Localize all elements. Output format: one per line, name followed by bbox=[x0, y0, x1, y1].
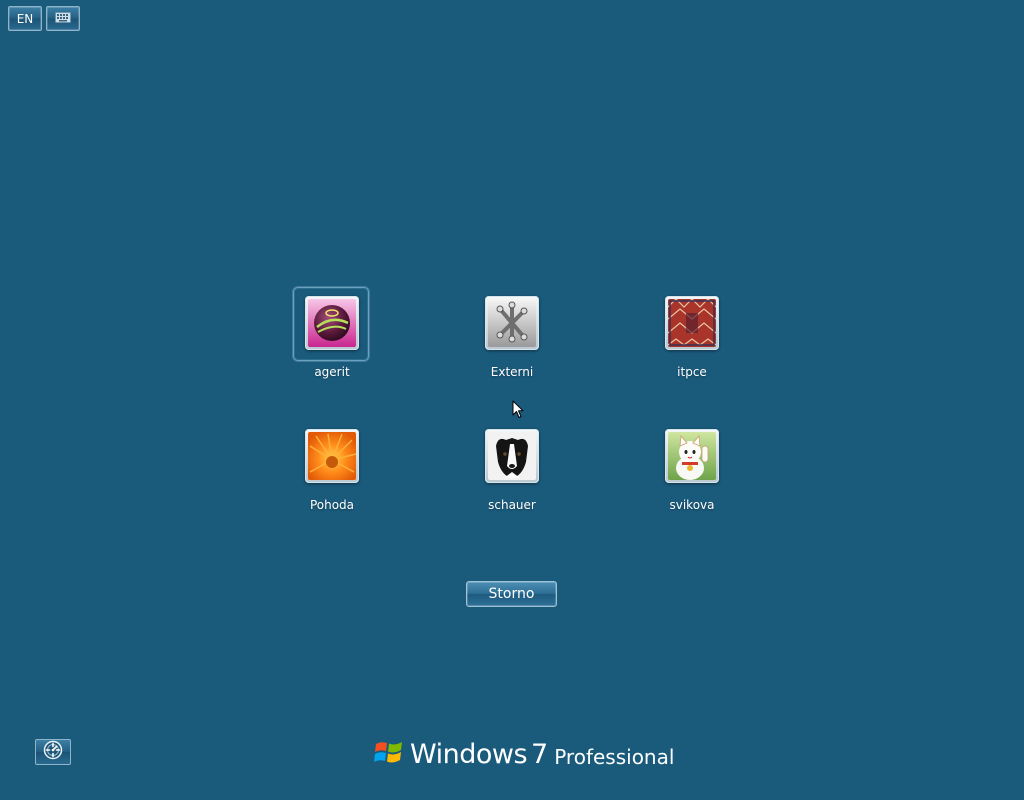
windows-logo-icon bbox=[374, 738, 404, 770]
user-tile-svikova[interactable]: svikova bbox=[632, 420, 752, 520]
brand-version: 7 bbox=[531, 738, 549, 770]
flower-icon bbox=[308, 432, 356, 480]
selection-highlight bbox=[293, 287, 369, 361]
user-picture-frame bbox=[665, 296, 719, 350]
user-picture-frame bbox=[485, 429, 539, 483]
dog-icon bbox=[488, 432, 536, 480]
user-name: agerit bbox=[314, 365, 350, 379]
user-picture-frame bbox=[665, 429, 719, 483]
user-name: svikova bbox=[669, 498, 715, 512]
windows-branding: Windows 7 Professional bbox=[374, 736, 674, 772]
logon-screen: EN agerit Externi itpce Pohoda schauer s… bbox=[0, 0, 1024, 800]
mouse-cursor-icon bbox=[512, 400, 524, 423]
language-label: EN bbox=[16, 11, 34, 26]
cancel-button[interactable]: Storno bbox=[466, 581, 557, 607]
user-name: Pohoda bbox=[309, 498, 355, 512]
on-screen-keyboard-button[interactable] bbox=[46, 6, 80, 31]
user-picture-frame bbox=[485, 296, 539, 350]
keyboard-icon bbox=[55, 11, 71, 26]
user-tile-agerit[interactable]: agerit bbox=[272, 287, 392, 387]
user-name: Externi bbox=[490, 365, 534, 379]
user-picture-frame bbox=[305, 429, 359, 483]
carpet-icon bbox=[668, 299, 716, 347]
user-picture-frame bbox=[293, 287, 369, 361]
brand-edition: Professional bbox=[554, 744, 675, 769]
ease-of-access-button[interactable] bbox=[35, 739, 71, 765]
user-tile-schauer[interactable]: schauer bbox=[452, 420, 572, 520]
user-name: itpce bbox=[677, 365, 707, 379]
ease-of-access-icon bbox=[43, 740, 63, 764]
cat-icon bbox=[668, 432, 716, 480]
language-button[interactable]: EN bbox=[8, 6, 42, 31]
jacks-icon bbox=[488, 299, 536, 347]
brand-word: Windows bbox=[410, 738, 528, 770]
user-tile-externi[interactable]: Externi bbox=[452, 287, 572, 387]
user-name: schauer bbox=[488, 498, 536, 512]
cancel-label: Storno bbox=[488, 586, 535, 602]
user-tile-pohoda[interactable]: Pohoda bbox=[272, 420, 392, 520]
user-tile-itpce[interactable]: itpce bbox=[632, 287, 752, 387]
